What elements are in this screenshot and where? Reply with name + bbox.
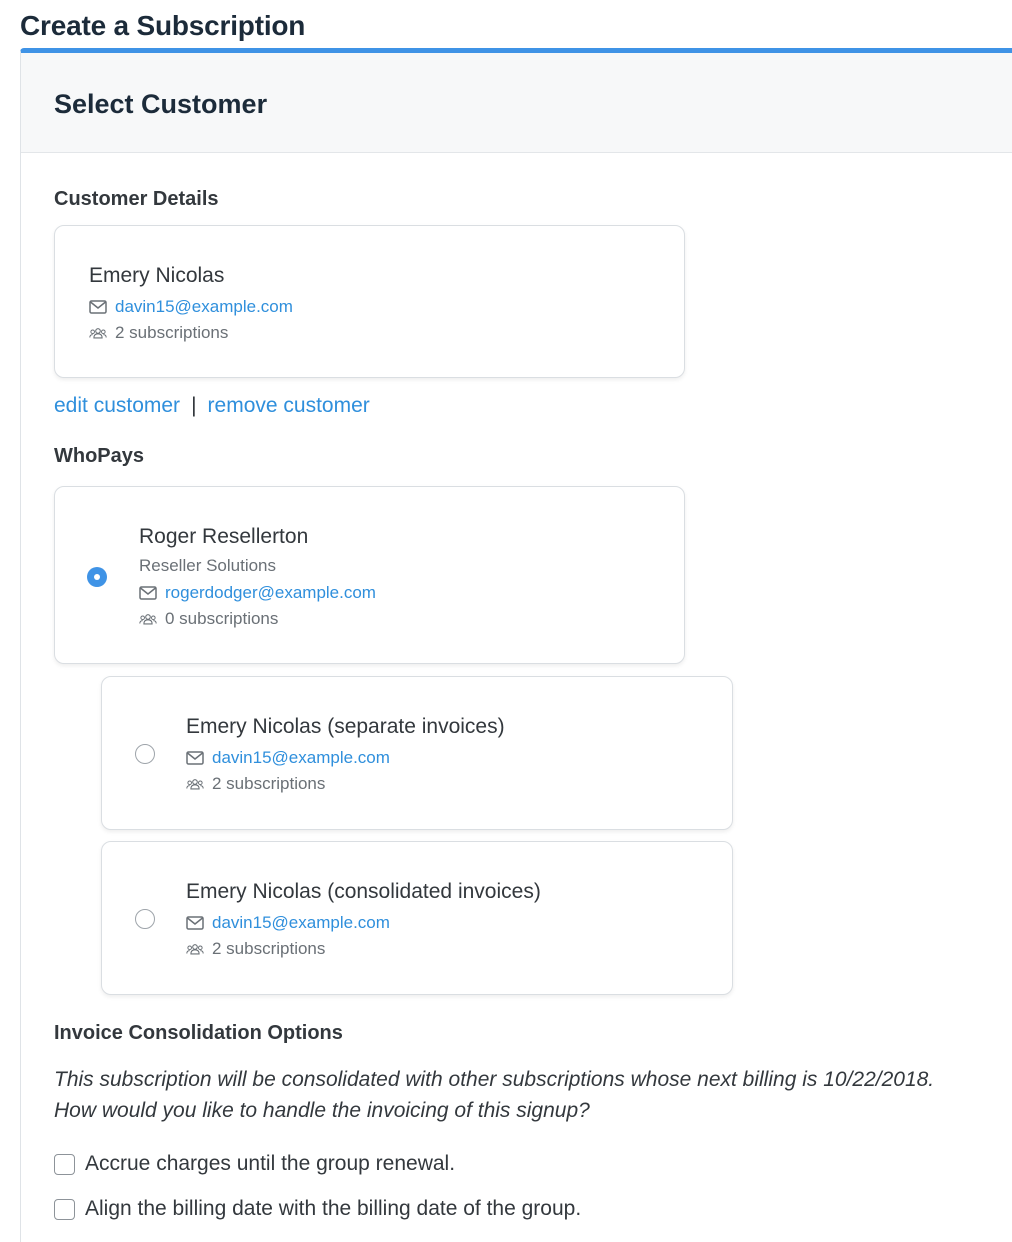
payer-email-link[interactable]: rogerdodger@example.com — [165, 583, 376, 603]
customer-email-link[interactable]: davin15@example.com — [115, 297, 293, 317]
payer-email-line: rogerdodger@example.com — [139, 583, 376, 603]
actions-separator: | — [191, 394, 197, 417]
who-pays-radio-reseller[interactable] — [87, 567, 107, 587]
payer-subscriptions-line: 2 subscriptions — [186, 939, 325, 959]
who-pays-option-separate[interactable]: Emery Nicolas (separate invoices) davin1… — [101, 676, 733, 830]
payer-company: Reseller Solutions — [139, 556, 277, 575]
description-line-1: This subscription will be consolidated w… — [54, 1068, 935, 1091]
users-icon — [139, 614, 157, 625]
payer-subscriptions-line: 0 subscriptions — [139, 609, 278, 629]
envelope-icon — [89, 300, 107, 314]
align-billing-checkbox[interactable] — [54, 1198, 75, 1220]
envelope-icon — [186, 751, 204, 765]
payer-name: Emery Nicolas (separate invoices) — [186, 715, 505, 738]
payer-email-link[interactable]: davin15@example.com — [212, 913, 390, 933]
envelope-icon — [186, 916, 204, 930]
users-icon — [89, 328, 107, 339]
accrue-charges-checkbox[interactable] — [54, 1153, 75, 1175]
users-icon — [186, 944, 204, 955]
description-line-2: How would you like to handle the invoici… — [54, 1099, 590, 1122]
panel-title: Select Customer — [54, 89, 268, 119]
accrue-charges-label: Accrue charges until the group renewal. — [85, 1152, 456, 1175]
who-pays-radio-consolidated[interactable] — [135, 909, 155, 929]
payer-subscriptions-count: 0 subscriptions — [165, 609, 279, 628]
who-pays-radio-separate[interactable] — [135, 744, 155, 764]
align-billing-option[interactable]: Align the billing date with the billing … — [54, 1197, 581, 1221]
accrue-charges-option[interactable]: Accrue charges until the group renewal. — [54, 1152, 455, 1176]
envelope-icon — [139, 586, 157, 600]
invoice-consolidation-heading: Invoice Consolidation Options — [54, 1022, 343, 1044]
who-pays-heading: WhoPays — [54, 445, 145, 467]
customer-name: Emery Nicolas — [89, 264, 225, 287]
payer-email-line: davin15@example.com — [186, 748, 390, 768]
customer-details-card: Emery Nicolas davin15@example.com 2 subs… — [54, 225, 685, 378]
payer-subscriptions-line: 2 subscriptions — [186, 774, 325, 794]
customer-details-heading: Customer Details — [54, 188, 219, 210]
customer-email-line: davin15@example.com — [89, 297, 293, 317]
payer-email-line: davin15@example.com — [186, 913, 390, 933]
who-pays-option-consolidated[interactable]: Emery Nicolas (consolidated invoices) da… — [101, 841, 733, 995]
customer-subscriptions-count: 2 subscriptions — [115, 323, 229, 342]
edit-customer-link[interactable]: edit customer — [54, 394, 180, 418]
payer-subscriptions-count: 2 subscriptions — [212, 939, 326, 958]
payer-name: Roger Resellerton — [139, 525, 309, 548]
remove-customer-link[interactable]: remove customer — [208, 394, 370, 418]
customer-actions: edit customer | remove customer — [54, 394, 370, 418]
align-billing-label: Align the billing date with the billing … — [85, 1197, 582, 1220]
invoice-consolidation-description: This subscription will be consolidated w… — [54, 1064, 1004, 1126]
users-icon — [186, 779, 204, 790]
page-title: Create a Subscription — [20, 10, 306, 41]
payer-subscriptions-count: 2 subscriptions — [212, 774, 326, 793]
payer-name: Emery Nicolas (consolidated invoices) — [186, 880, 541, 903]
customer-subscriptions-line: 2 subscriptions — [89, 323, 228, 343]
who-pays-option-reseller[interactable]: Roger Resellerton Reseller Solutions rog… — [54, 486, 685, 664]
payer-email-link[interactable]: davin15@example.com — [212, 748, 390, 768]
panel-header: Select Customer — [21, 53, 1012, 153]
